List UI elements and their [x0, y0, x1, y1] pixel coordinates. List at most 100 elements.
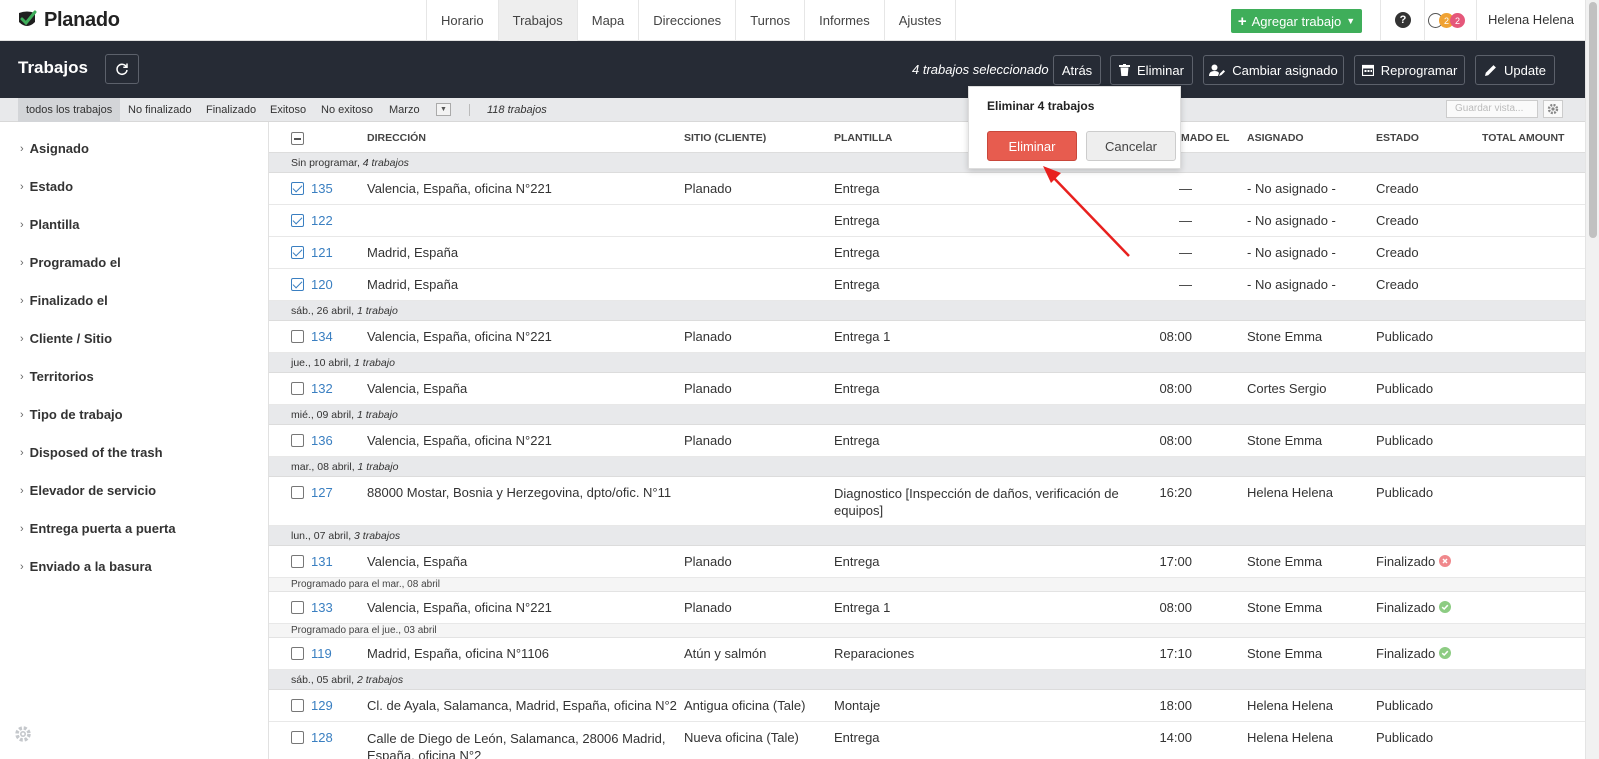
job-id-link[interactable]: 133	[311, 600, 333, 615]
planado-logo[interactable]: Planado	[16, 8, 120, 32]
update-button[interactable]: Update	[1475, 55, 1555, 85]
sidebar-filter-elevador-de-servicio[interactable]: › Elevador de servicio	[20, 483, 156, 498]
row-checkbox[interactable]	[291, 330, 304, 343]
nav-tab-mapa[interactable]: Mapa	[578, 0, 640, 41]
job-id-link[interactable]: 122	[311, 213, 333, 228]
view-settings-button[interactable]	[1543, 100, 1563, 118]
row-checkbox[interactable]	[291, 731, 304, 744]
row-checkbox[interactable]	[291, 486, 304, 499]
job-assignee: - No asignado -	[1247, 277, 1336, 292]
add-job-label: Agregar trabajo	[1251, 13, 1342, 29]
column-header-plantilla[interactable]: Plantilla	[834, 132, 892, 144]
table-row[interactable]: 136 Valencia, España, oficina N°221 Plan…	[269, 425, 1585, 457]
table-row[interactable]: 119 Madrid, España, oficina N°1106 Atún …	[269, 638, 1585, 670]
job-id-link[interactable]: 120	[311, 277, 333, 292]
filter-marzo[interactable]: Marzo	[381, 98, 428, 122]
job-id-link[interactable]: 131	[311, 554, 333, 569]
nav-tab-ajustes[interactable]: Ajustes	[885, 0, 957, 41]
add-job-button[interactable]: + Agregar trabajo ▼	[1231, 9, 1362, 33]
job-id-link[interactable]: 121	[311, 245, 333, 260]
sidebar-filter-enviado-a-la-basura[interactable]: › Enviado a la basura	[20, 559, 152, 574]
table-row[interactable]: 121 Madrid, España Entrega — - No asigna…	[269, 237, 1585, 269]
scrollbar-thumb[interactable]	[1589, 2, 1597, 238]
filter-unsuccessful[interactable]: No exitoso	[313, 98, 381, 122]
job-id-link[interactable]: 136	[311, 433, 333, 448]
row-checkbox[interactable]	[291, 182, 304, 195]
row-checkbox[interactable]	[291, 601, 304, 614]
reschedule-button[interactable]: Reprogramar	[1354, 55, 1465, 85]
job-id-link[interactable]: 135	[311, 181, 333, 196]
sidebar-filter-entrega-puerta-a-puerta[interactable]: › Entrega puerta a puerta	[20, 521, 176, 536]
confirm-delete-button[interactable]: Eliminar	[987, 131, 1077, 161]
filter-not-finished[interactable]: No finalizado	[120, 98, 200, 122]
row-checkbox[interactable]	[291, 382, 304, 395]
column-header-direccion[interactable]: Dirección	[367, 132, 426, 144]
filter-successful[interactable]: Exitoso	[262, 98, 314, 122]
cancel-button[interactable]: Cancelar	[1086, 131, 1176, 161]
row-checkbox[interactable]	[291, 278, 304, 291]
nav-tab-horario[interactable]: Horario	[427, 0, 499, 41]
column-header-sitio[interactable]: Sitio (cliente)	[684, 132, 766, 144]
sidebar-filter-disposed-of-the-trash[interactable]: › Disposed of the trash	[20, 445, 163, 460]
row-checkbox[interactable]	[291, 214, 304, 227]
job-id-link[interactable]: 128	[311, 730, 333, 745]
page-scrollbar[interactable]	[1585, 0, 1599, 759]
column-header-estado[interactable]: Estado	[1376, 132, 1419, 144]
row-checkbox[interactable]	[291, 647, 304, 660]
row-checkbox[interactable]	[291, 246, 304, 259]
filter-finished[interactable]: Finalizado	[198, 98, 264, 122]
divider	[469, 104, 470, 116]
table-row[interactable]: 133 Valencia, España, oficina N°221 Plan…	[269, 592, 1585, 624]
sidebar-filter-label: Estado	[29, 179, 74, 194]
gear-icon[interactable]	[14, 725, 32, 743]
job-time: 08:00	[1159, 329, 1192, 344]
nav-tab-direcciones[interactable]: Direcciones	[639, 0, 737, 41]
table-row[interactable]: 135 Valencia, España, oficina N°221 Plan…	[269, 173, 1585, 205]
table-row[interactable]: 134 Valencia, España, oficina N°221 Plan…	[269, 321, 1585, 353]
column-header-programado-el[interactable]: mado el	[1181, 132, 1229, 144]
job-id-link[interactable]: 127	[311, 485, 333, 500]
filter-all-jobs[interactable]: todos los trabajos	[18, 98, 121, 122]
row-checkbox[interactable]	[291, 699, 304, 712]
job-template: Montaje	[834, 698, 881, 713]
sidebar-filter-cliente-sitio[interactable]: › Cliente / Sitio	[20, 331, 112, 346]
filter-more-dropdown[interactable]: ▼	[436, 103, 451, 116]
delete-button[interactable]: Eliminar	[1110, 55, 1193, 85]
sidebar-filter-programado-el[interactable]: › Programado el	[20, 255, 121, 270]
change-assignee-button[interactable]: Cambiar asignado	[1203, 55, 1344, 85]
sidebar-filter-asignado[interactable]: › Asignado	[20, 141, 89, 156]
save-view-input[interactable]: Guardar vista...	[1446, 100, 1538, 118]
column-header-total-amount[interactable]: Total amount	[1482, 132, 1564, 144]
table-row[interactable]: 120 Madrid, España Entrega — - No asigna…	[269, 269, 1585, 301]
table-row[interactable]: 132 Valencia, España Planado Entrega 08:…	[269, 373, 1585, 405]
row-checkbox[interactable]	[291, 434, 304, 447]
nav-tab-trabajos[interactable]: Trabajos	[498, 0, 578, 41]
refresh-button[interactable]	[105, 54, 139, 84]
back-button[interactable]: Atrás	[1053, 55, 1101, 85]
select-all-checkbox[interactable]	[291, 132, 304, 145]
notifications-indicator[interactable]: 2 2	[1428, 12, 1470, 30]
user-edit-icon	[1209, 64, 1226, 76]
row-checkbox[interactable]	[291, 555, 304, 568]
sidebar-filter-estado[interactable]: › Estado	[20, 179, 73, 194]
job-id-link[interactable]: 119	[311, 646, 332, 661]
table-row[interactable]: 127 88000 Mostar, Bosnia y Herzegovina, …	[269, 477, 1585, 526]
job-id-link[interactable]: 129	[311, 698, 333, 713]
column-header-asignado[interactable]: Asignado	[1247, 132, 1304, 144]
change-assignee-label: Cambiar asignado	[1232, 62, 1338, 78]
sidebar-filter-tipo-de-trabajo[interactable]: › Tipo de trabajo	[20, 407, 123, 422]
table-row[interactable]: 131 Valencia, España Planado Entrega 17:…	[269, 546, 1585, 578]
sidebar-filter-plantilla[interactable]: › Plantilla	[20, 217, 80, 232]
user-menu[interactable]: Helena Helena	[1488, 12, 1574, 27]
sidebar-filter-finalizado-el[interactable]: › Finalizado el	[20, 293, 108, 308]
help-icon[interactable]: ?	[1395, 12, 1411, 28]
table-row[interactable]: 122 Entrega — - No asignado - Creado	[269, 205, 1585, 237]
nav-tab-turnos[interactable]: Turnos	[736, 0, 806, 41]
job-id-link[interactable]: 134	[311, 329, 333, 344]
sidebar-filter-territorios[interactable]: › Territorios	[20, 369, 94, 384]
job-id-link[interactable]: 132	[311, 381, 333, 396]
table-row[interactable]: 129 Cl. de Ayala, Salamanca, Madrid, Esp…	[269, 690, 1585, 722]
job-address: Valencia, España, oficina N°221	[367, 181, 552, 196]
nav-tab-informes[interactable]: Informes	[805, 0, 885, 41]
table-row[interactable]: 128 Calle de Diego de León, Salamanca, 2…	[269, 722, 1585, 759]
